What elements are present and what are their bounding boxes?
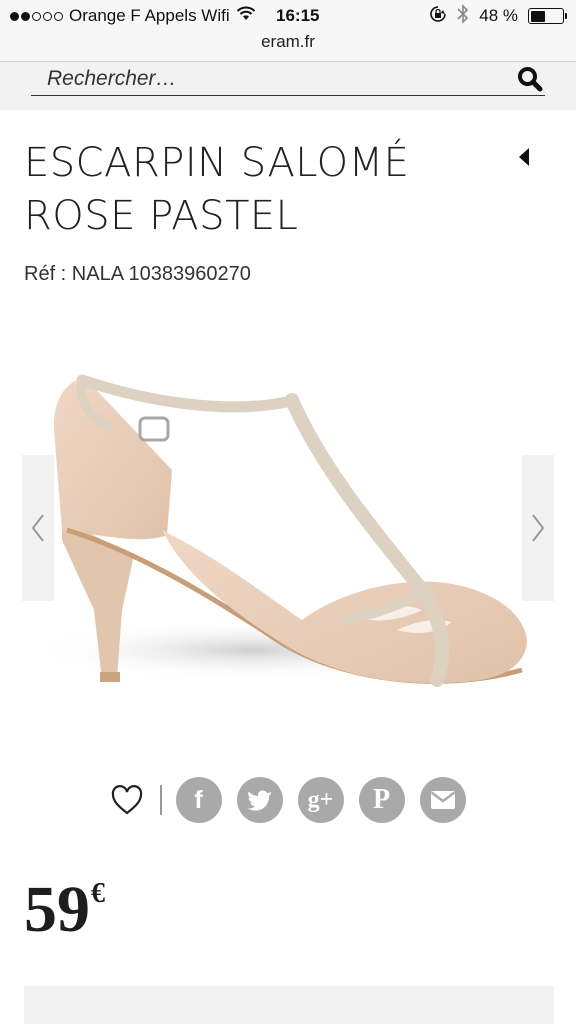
clock: 16:15 <box>276 6 320 25</box>
pinterest-icon: P <box>372 784 391 815</box>
google-plus-icon: g+ <box>307 786 334 813</box>
battery-icon <box>528 8 567 24</box>
back-arrow-icon[interactable] <box>517 146 531 168</box>
battery-percent: 48 % <box>479 6 518 25</box>
email-icon <box>430 791 455 809</box>
facebook-share-button[interactable]: f <box>175 777 222 823</box>
divider <box>160 785 162 815</box>
price-currency: € <box>91 878 105 909</box>
orientation-lock-icon <box>429 5 447 28</box>
browser-top-bar: Orange F Appels Wifi 16:15 48 % eram.fr <box>0 0 576 62</box>
share-row: f g+ P <box>108 776 481 824</box>
pinterest-share-button[interactable]: P <box>358 777 405 823</box>
facebook-icon: f <box>194 785 203 814</box>
price-amount: 59 <box>24 873 90 946</box>
heart-icon <box>111 785 143 815</box>
address-bar[interactable]: eram.fr <box>0 32 576 52</box>
product-image <box>22 320 554 740</box>
search-box <box>31 62 545 96</box>
product-title: ESCARPIN SALOMÉ ROSE PASTEL <box>24 140 410 239</box>
product-price: 59€ <box>24 872 105 948</box>
search-icon <box>518 66 543 91</box>
product-reference: Réf : NALA 10383960270 <box>24 263 251 285</box>
twitter-share-button[interactable] <box>236 777 283 823</box>
google-plus-share-button[interactable]: g+ <box>297 777 344 823</box>
search-input[interactable] <box>31 63 515 94</box>
search-button[interactable] <box>515 64 545 94</box>
search-area <box>0 62 576 110</box>
wishlist-button[interactable] <box>108 781 146 819</box>
signal-strength-icon <box>10 11 63 21</box>
email-share-button[interactable] <box>419 777 466 823</box>
carrier-name: Orange F Appels Wifi <box>69 6 230 25</box>
twitter-icon <box>247 790 271 811</box>
bottom-panel <box>24 986 554 1024</box>
status-bar: Orange F Appels Wifi 16:15 48 % <box>10 3 567 29</box>
bluetooth-icon <box>457 3 469 29</box>
wifi-icon <box>236 6 256 26</box>
